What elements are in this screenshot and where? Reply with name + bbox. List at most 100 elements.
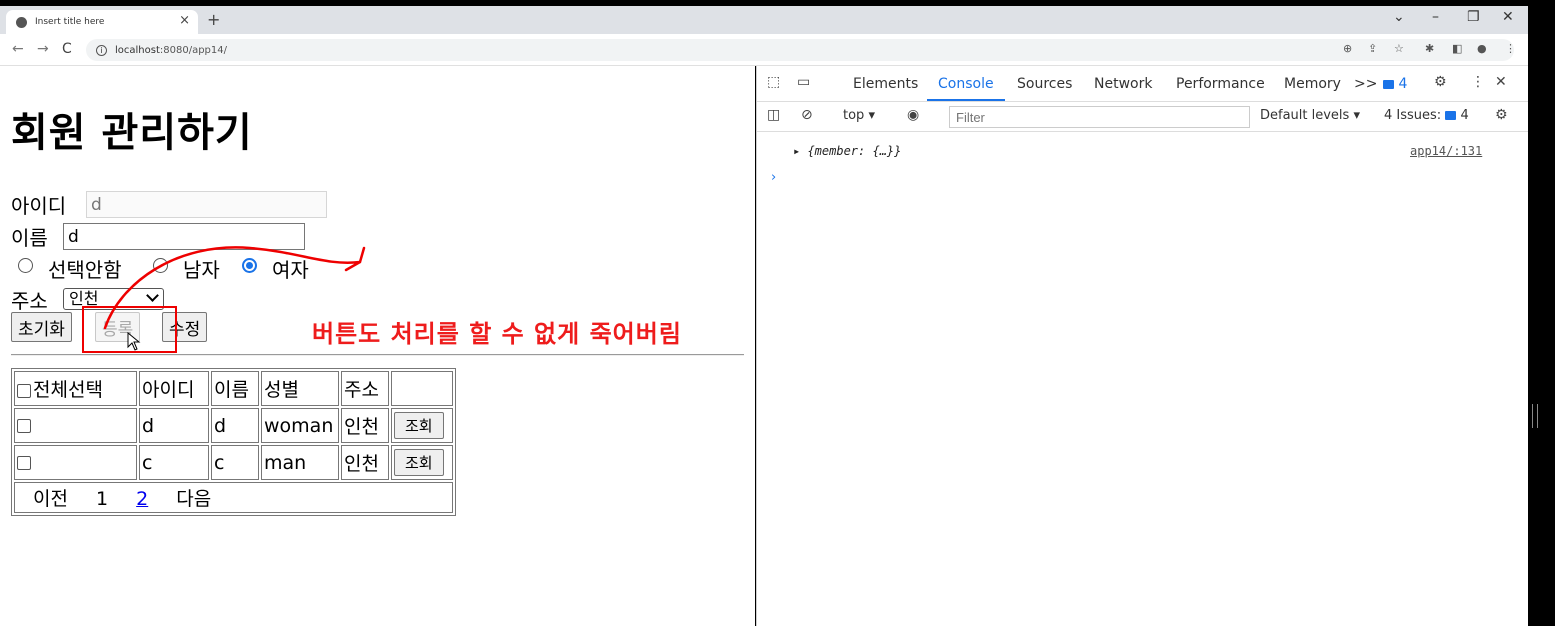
inspect-element-icon[interactable]: ⬚	[767, 74, 780, 90]
messages-badge[interactable]: 4	[1383, 76, 1407, 92]
pager: 이전 1 2 다음	[14, 482, 453, 513]
device-toolbar-icon[interactable]: ▭	[797, 74, 810, 90]
context-selector[interactable]: top ▾	[843, 108, 875, 123]
tab-performance[interactable]: Performance	[1176, 76, 1265, 92]
more-tabs-button[interactable]: >>	[1354, 76, 1377, 92]
tab-elements[interactable]: Elements	[853, 76, 918, 92]
menu-icon[interactable]: ⋮	[1505, 42, 1516, 55]
issue-icon	[1445, 111, 1457, 120]
table-row: d d woman 인천 조회	[14, 408, 453, 443]
url-path: :8080/app14/	[159, 44, 227, 56]
info-icon[interactable]: i	[96, 44, 107, 56]
settings-gear-icon[interactable]: ⚙	[1434, 74, 1447, 90]
pager-row: 이전 1 2 다음	[14, 482, 453, 513]
console-toolbar: ◫ ⊘ top ▾ ◉ Default levels ▾ 4 Issues: 4…	[757, 102, 1528, 132]
tab-sources[interactable]: Sources	[1017, 76, 1072, 92]
tab-network[interactable]: Network	[1094, 76, 1152, 92]
browser-tab-strip: Insert title here × + ⌄ – ❐ ✕	[0, 6, 1528, 34]
browser-tab[interactable]: Insert title here ×	[6, 10, 198, 34]
profile-icon[interactable]: ●	[1477, 42, 1487, 55]
levels-label: Default levels	[1260, 108, 1350, 123]
view-button[interactable]: 조회	[394, 412, 444, 439]
cell-action: 조회	[391, 445, 453, 480]
table-row: c c man 인천 조회	[14, 445, 453, 480]
row-checkbox[interactable]	[17, 419, 31, 433]
cell-gender: woman	[261, 408, 339, 443]
tab-title: Insert title here	[35, 17, 105, 27]
badge-count: 4	[1398, 76, 1408, 92]
header-address: 주소	[341, 371, 389, 406]
kebab-menu-icon[interactable]: ⋮	[1471, 74, 1485, 90]
devtools-tab-bar: ⬚ ▭ Elements Console Sources Network Per…	[757, 66, 1528, 102]
row-checkbox[interactable]	[17, 456, 31, 470]
cell-action: 조회	[391, 408, 453, 443]
reload-icon[interactable]: C	[62, 41, 72, 57]
window-edge	[1528, 66, 1555, 626]
resize-grip[interactable]	[1532, 404, 1538, 428]
console-settings-gear-icon[interactable]: ⚙	[1495, 107, 1508, 123]
pager-prev[interactable]: 이전	[33, 488, 68, 510]
levels-dropdown[interactable]: Default levels ▾	[1260, 108, 1360, 123]
cell-address: 인천	[341, 408, 389, 443]
select-all-checkbox[interactable]	[17, 383, 31, 398]
divider	[11, 354, 744, 356]
cell-name: c	[211, 445, 259, 480]
address-bar: ← → C i localhost:8080/app14/ ⊕ ⇪ ☆ ✱ ◧ …	[0, 34, 1528, 66]
forward-icon[interactable]: →	[37, 41, 49, 57]
restore-icon[interactable]: ❐	[1467, 9, 1480, 25]
view-button[interactable]: 조회	[394, 449, 444, 476]
console-log-entry[interactable]: ▸ {member: {…}}	[793, 144, 901, 158]
member-table: 전체선택 아이디 이름 성별 주소 d d woman 인천 조회 c c ma…	[11, 368, 456, 516]
tab-search-icon[interactable]: ⌄	[1393, 9, 1405, 25]
log-source-link[interactable]: app14/:131	[1410, 144, 1482, 158]
pager-next[interactable]: 다음	[176, 488, 211, 510]
close-devtools-icon[interactable]: ✕	[1495, 74, 1507, 90]
cell-id: d	[139, 408, 209, 443]
globe-icon	[16, 16, 27, 28]
table-header-row: 전체선택 아이디 이름 성별 주소	[14, 371, 453, 406]
cell-id: c	[139, 445, 209, 480]
sidebar-toggle-icon[interactable]: ◫	[767, 107, 780, 123]
header-select-all: 전체선택	[14, 371, 137, 406]
back-icon[interactable]: ←	[12, 41, 24, 57]
header-name: 이름	[211, 371, 259, 406]
close-window-icon[interactable]: ✕	[1502, 9, 1514, 25]
row-select-cell	[14, 408, 137, 443]
eye-icon[interactable]: ◉	[907, 107, 919, 123]
issues-label: 4 Issues:	[1384, 108, 1442, 123]
console-prompt-icon[interactable]: ›	[771, 170, 776, 185]
annotation-text: 버튼도 처리를 할 수 없게 죽어버림	[312, 320, 682, 348]
active-tab-indicator	[927, 99, 1005, 101]
tab-console[interactable]: Console	[938, 76, 994, 92]
minimize-icon[interactable]: –	[1432, 9, 1439, 25]
url-host: localhost	[115, 44, 160, 56]
close-tab-icon[interactable]: ×	[179, 13, 190, 28]
clear-console-icon[interactable]: ⊘	[801, 107, 813, 123]
message-icon	[1383, 79, 1394, 89]
context-label: top	[843, 108, 865, 123]
new-tab-button[interactable]: +	[207, 10, 220, 29]
cell-name: d	[211, 408, 259, 443]
expand-triangle-icon[interactable]: ▸	[793, 144, 807, 158]
filter-input[interactable]	[949, 106, 1250, 128]
pager-page-2-link[interactable]: 2	[136, 488, 148, 510]
mouse-cursor-icon	[127, 332, 141, 351]
header-label: 전체선택	[33, 379, 103, 401]
share-icon[interactable]: ⇪	[1368, 42, 1377, 55]
devtools-panel: ⬚ ▭ Elements Console Sources Network Per…	[756, 66, 1528, 626]
issues-count: 4	[1460, 108, 1469, 123]
cell-gender: man	[261, 445, 339, 480]
cell-address: 인천	[341, 445, 389, 480]
zoom-icon[interactable]: ⊕	[1343, 42, 1352, 55]
row-select-cell	[14, 445, 137, 480]
side-panel-icon[interactable]: ◧	[1452, 42, 1462, 55]
extensions-icon[interactable]: ✱	[1425, 42, 1434, 55]
url-field[interactable]: i localhost:8080/app14/	[86, 39, 1514, 61]
tab-memory[interactable]: Memory	[1284, 76, 1341, 92]
header-action	[391, 371, 453, 406]
header-id: 아이디	[139, 371, 209, 406]
header-gender: 성별	[261, 371, 339, 406]
bookmark-star-icon[interactable]: ☆	[1394, 42, 1404, 55]
issues-button[interactable]: 4 Issues: 4	[1384, 108, 1469, 123]
web-page: 회원 관리하기 아이디 이름 선택안함 남자 여자 주소 인천 초기화 등록 수…	[0, 66, 755, 626]
